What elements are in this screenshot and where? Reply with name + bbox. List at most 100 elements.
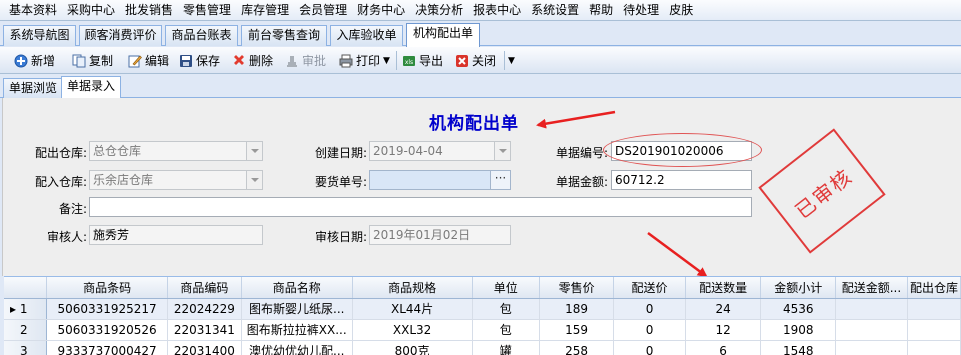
cell-barcode[interactable]: 9333737000427	[46, 340, 168, 355]
menu-inventory[interactable]: 库存管理	[236, 1, 294, 20]
cell-name[interactable]: 澳优幼优幼儿配...	[241, 340, 353, 355]
col-header-quantity[interactable]: 配送数量	[685, 277, 762, 299]
cell-quantity[interactable]: 12	[685, 319, 762, 341]
remark-input[interactable]	[89, 197, 752, 217]
cell-unit[interactable]: 罐	[472, 340, 540, 355]
toolbar-overflow-icon[interactable]: ▼	[508, 50, 515, 71]
tab-retail-query[interactable]: 前台零售查询	[241, 25, 327, 46]
col-header-spec[interactable]: 商品规格	[352, 277, 473, 299]
cell-out-warehouse[interactable]	[907, 298, 961, 320]
tab-document-browse[interactable]: 单据浏览	[3, 78, 64, 98]
tab-product-ledger[interactable]: 商品台账表	[165, 25, 238, 46]
out-warehouse-select[interactable]: 总仓仓库	[89, 141, 263, 161]
col-header-retail-price[interactable]: 零售价	[539, 277, 615, 299]
cell-code[interactable]: 22031341	[167, 319, 242, 341]
delete-button[interactable]: 删除	[232, 50, 273, 71]
row-marker: ▸ 1	[4, 298, 48, 320]
menu-pending[interactable]: 待处理	[618, 1, 664, 20]
col-header-subtotal[interactable]: 金额小计	[760, 277, 837, 299]
menu-reports[interactable]: 报表中心	[468, 1, 526, 20]
add-icon	[14, 54, 28, 68]
menu-basic-data[interactable]: 基本资料	[4, 1, 62, 20]
cell-name[interactable]: 图布斯婴儿纸尿...	[241, 298, 353, 320]
cell-subtotal[interactable]: 1548	[760, 340, 837, 355]
tab-document-entry[interactable]: 单据录入	[61, 76, 122, 99]
menu-help[interactable]: 帮助	[584, 1, 618, 20]
edit-button[interactable]: 编辑	[128, 50, 169, 71]
chevron-down-icon[interactable]	[246, 171, 262, 189]
print-dropdown-icon[interactable]: ▼	[383, 56, 390, 66]
tab-dispatch-order[interactable]: 机构配出单	[406, 23, 480, 47]
cell-quantity[interactable]: 6	[685, 340, 762, 355]
cell-spec[interactable]: 800克	[352, 340, 473, 355]
auditor-label: 审核人:	[46, 230, 87, 244]
cell-dist-amount[interactable]	[835, 340, 908, 355]
tab-customer-review[interactable]: 顾客消费评价	[79, 25, 162, 46]
cell-spec[interactable]: XXL32	[352, 319, 473, 341]
cell-retail-price[interactable]: 189	[539, 298, 615, 320]
items-grid: 商品条码 商品编码 商品名称 商品规格 单位 零售价 配送价 配送数量 金额小计…	[4, 276, 961, 355]
cell-dist-amount[interactable]	[835, 298, 908, 320]
cell-dist-amount[interactable]	[835, 319, 908, 341]
col-header-out-warehouse[interactable]: 配出仓库	[907, 277, 961, 299]
col-header-barcode[interactable]: 商品条码	[46, 277, 168, 299]
browse-button[interactable]: ···	[490, 171, 510, 189]
col-header-name[interactable]: 商品名称	[241, 277, 353, 299]
menu-member[interactable]: 会员管理	[294, 1, 352, 20]
export-button[interactable]: xls 导出	[402, 50, 443, 71]
table-row[interactable]: 3 9333737000427 22031400 澳优幼优幼儿配... 800克…	[4, 340, 961, 355]
cell-dist-price[interactable]: 0	[613, 298, 686, 320]
cell-unit[interactable]: 包	[472, 319, 540, 341]
chevron-down-icon[interactable]	[494, 142, 510, 160]
menu-purchase[interactable]: 采购中心	[62, 1, 120, 20]
menu-retail[interactable]: 零售管理	[178, 1, 236, 20]
menu-analysis[interactable]: 决策分析	[410, 1, 468, 20]
approve-button[interactable]: 审批	[285, 50, 326, 71]
col-header-dist-price[interactable]: 配送价	[613, 277, 686, 299]
chevron-down-icon[interactable]	[246, 142, 262, 160]
copy-icon	[72, 54, 86, 68]
cell-unit[interactable]: 包	[472, 298, 540, 320]
cell-dist-price[interactable]: 0	[613, 319, 686, 341]
print-button[interactable]: 打印 ▼	[339, 50, 390, 71]
tab-receiving[interactable]: 入库验收单	[330, 25, 403, 46]
col-header-unit[interactable]: 单位	[472, 277, 540, 299]
cell-code[interactable]: 22024229	[167, 298, 242, 320]
cell-name[interactable]: 图布斯拉拉裤XX...	[241, 319, 353, 341]
toolbar-separator	[504, 51, 505, 70]
cell-quantity[interactable]: 24	[685, 298, 762, 320]
new-label: 新增	[31, 54, 56, 68]
new-button[interactable]: 新增	[14, 50, 55, 71]
menu-finance[interactable]: 财务中心	[352, 1, 410, 20]
cell-code[interactable]: 22031400	[167, 340, 242, 355]
cell-out-warehouse[interactable]	[907, 340, 961, 355]
col-header-code[interactable]: 商品编码	[167, 277, 242, 299]
request-no-input[interactable]: ···	[369, 170, 511, 190]
cell-retail-price[interactable]: 159	[539, 319, 615, 341]
in-warehouse-label: 配入仓库:	[34, 175, 87, 189]
cell-retail-price[interactable]: 258	[539, 340, 615, 355]
cell-barcode[interactable]: 5060331925217	[46, 298, 168, 320]
table-row[interactable]: 2 5060331920526 22031341 图布斯拉拉裤XX... XXL…	[4, 319, 961, 341]
copy-button[interactable]: 复制	[72, 50, 113, 71]
cell-subtotal[interactable]: 1908	[760, 319, 837, 341]
in-warehouse-select[interactable]: 乐余店仓库	[89, 170, 263, 190]
menu-skin[interactable]: 皮肤	[664, 1, 698, 20]
save-button[interactable]: 保存	[179, 50, 220, 71]
save-label: 保存	[196, 54, 221, 68]
menu-settings[interactable]: 系统设置	[526, 1, 584, 20]
out-warehouse-value: 总仓仓库	[93, 144, 142, 158]
table-row[interactable]: ▸ 1 5060331925217 22024229 图布斯婴儿纸尿... XL…	[4, 298, 961, 320]
cell-subtotal[interactable]: 4536	[760, 298, 837, 320]
tab-navigation-map[interactable]: 系统导航图	[3, 25, 76, 46]
cell-dist-price[interactable]: 0	[613, 340, 686, 355]
cell-barcode[interactable]: 5060331920526	[46, 319, 168, 341]
delete-icon	[232, 54, 246, 68]
menu-wholesale[interactable]: 批发销售	[120, 1, 178, 20]
edit-label: 编辑	[145, 54, 170, 68]
create-date-picker[interactable]: 2019-04-04	[369, 141, 511, 161]
cell-out-warehouse[interactable]	[907, 319, 961, 341]
col-header-dist-amount[interactable]: 配送金额...	[835, 277, 908, 299]
close-button[interactable]: 关闭	[455, 50, 496, 71]
cell-spec[interactable]: XL44片	[352, 298, 473, 320]
